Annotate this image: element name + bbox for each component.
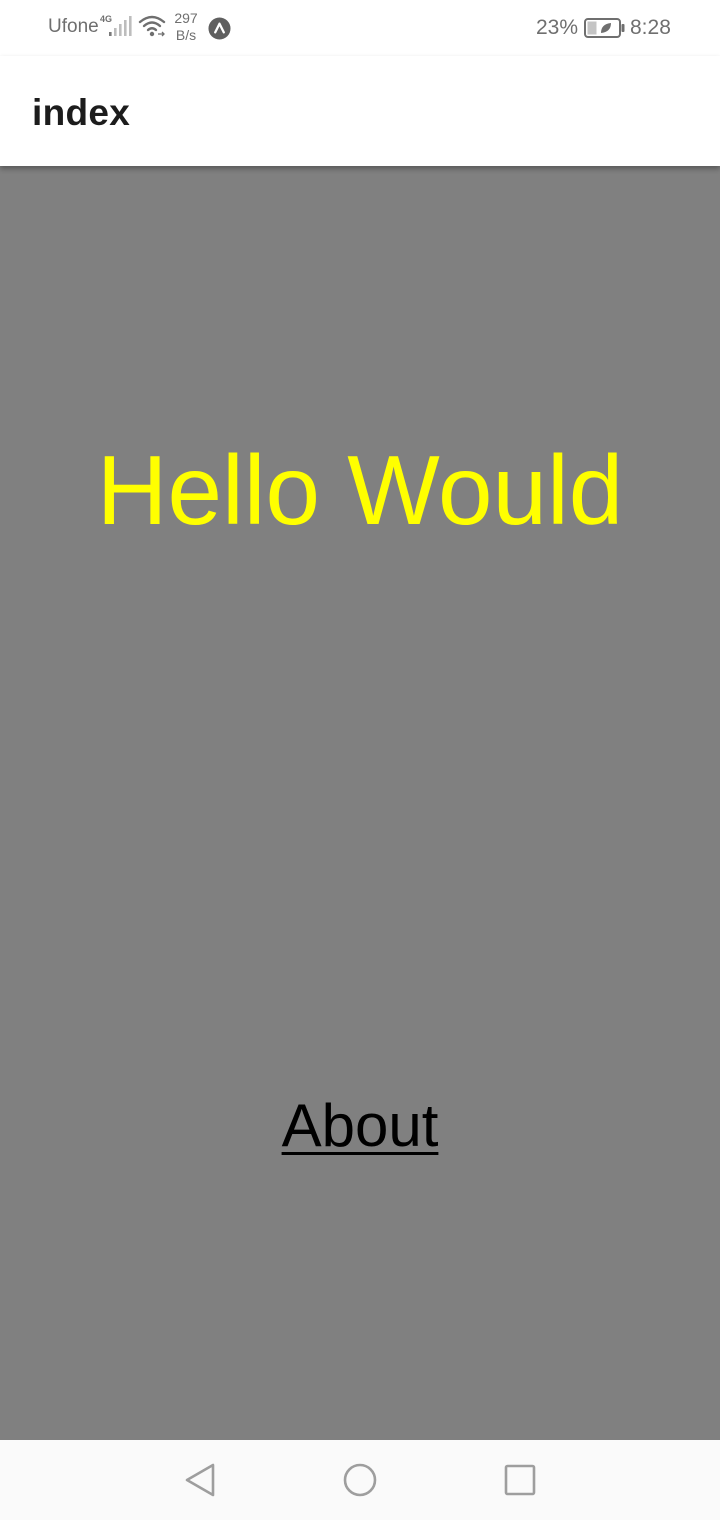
home-icon xyxy=(343,1463,377,1497)
wifi-icon xyxy=(138,15,166,37)
clock: 8:28 xyxy=(630,16,671,39)
network-speed-value: 297 xyxy=(174,10,198,26)
network-speed: 297 B/s xyxy=(172,10,200,44)
battery-icon xyxy=(584,18,625,38)
back-button[interactable] xyxy=(180,1460,220,1500)
recents-icon xyxy=(504,1464,536,1496)
hello-text: Hello Would xyxy=(96,435,624,545)
carrier-name: Ufone xyxy=(48,16,99,37)
back-icon xyxy=(185,1463,215,1497)
app-header: index xyxy=(0,56,720,166)
recents-button[interactable] xyxy=(500,1460,540,1500)
home-button[interactable] xyxy=(340,1460,380,1500)
about-link-container: About xyxy=(0,1092,720,1160)
signal-icon xyxy=(109,16,132,36)
app-notification-icon xyxy=(208,17,231,40)
about-link[interactable]: About xyxy=(282,1092,439,1159)
battery-percent: 23% xyxy=(536,16,579,39)
status-bar: Ufone 4G 297 B/s 23% 8:28 xyxy=(0,0,720,56)
navigation-bar xyxy=(0,1440,720,1520)
main-content: Hello Would About xyxy=(0,166,720,1440)
network-speed-unit: B/s xyxy=(175,27,197,43)
page-title: index xyxy=(32,92,131,133)
